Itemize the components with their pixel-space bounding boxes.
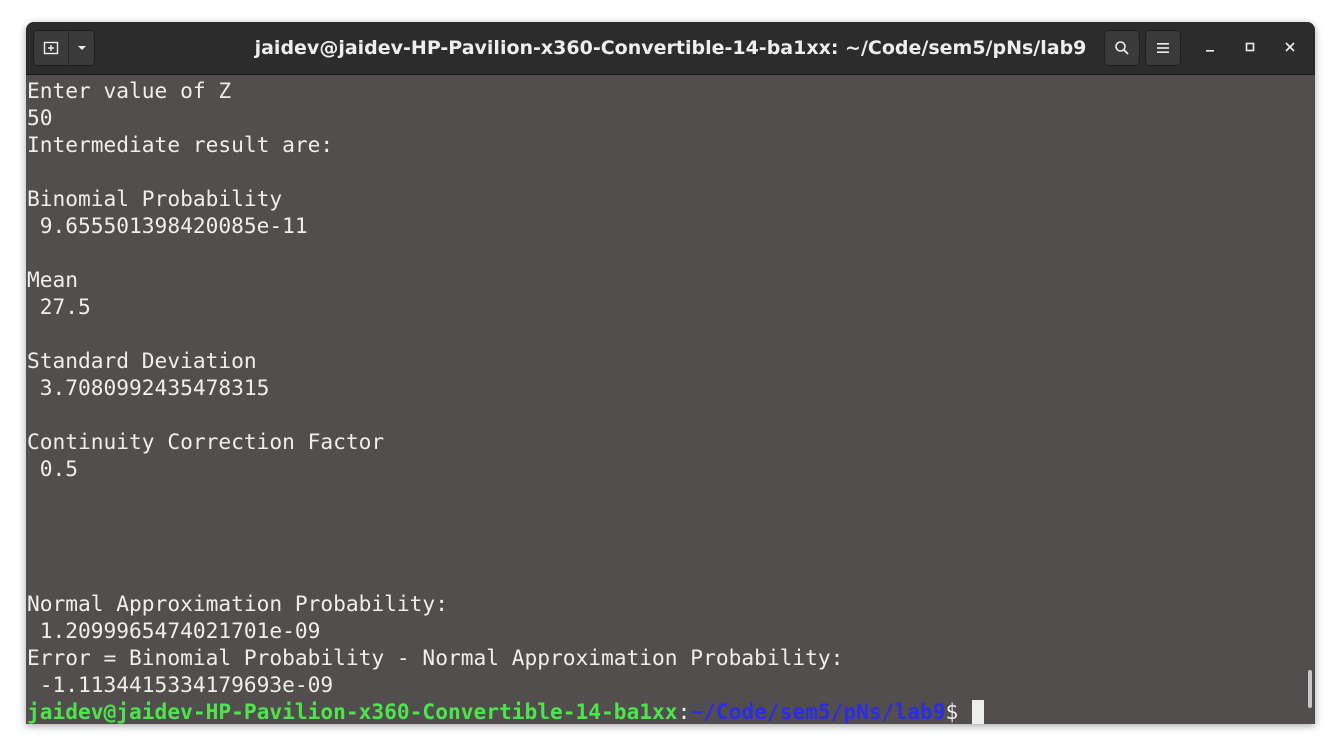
terminal-line: Intermediate result are: xyxy=(27,132,334,157)
shell-prompt-line[interactable]: jaidev@jaidev-HP-Pavilion-x360-Convertib… xyxy=(27,698,985,724)
text-cursor xyxy=(972,700,985,724)
terminal-line: 1.2099965474021701e-09 xyxy=(27,618,321,643)
hamburger-menu-icon xyxy=(1157,43,1169,53)
terminal-line: Normal Approximation Probability: xyxy=(27,591,448,616)
minimize-icon xyxy=(1206,50,1214,52)
terminal-line: 0.5 xyxy=(27,456,79,481)
hamburger-menu-button[interactable] xyxy=(1145,30,1181,66)
maximize-button[interactable] xyxy=(1237,34,1263,60)
terminal-line: Mean xyxy=(27,267,79,292)
terminal-line: Error = Binomial Probability - Normal Ap… xyxy=(27,645,844,670)
terminal-line: Standard Deviation xyxy=(27,348,257,373)
menu-dropdown-button[interactable] xyxy=(69,31,94,65)
tab-button-group xyxy=(33,30,95,66)
vertical-scrollbar[interactable] xyxy=(1304,75,1315,724)
scrollbar-thumb[interactable] xyxy=(1308,670,1312,708)
terminal-line: 9.655501398420085e-11 xyxy=(27,213,308,238)
terminal-line: Enter value of Z xyxy=(27,78,232,103)
search-button[interactable] xyxy=(1104,30,1140,66)
terminal-line: Continuity Correction Factor xyxy=(27,429,385,454)
maximize-icon xyxy=(1245,42,1255,52)
new-tab-button[interactable] xyxy=(34,31,69,65)
prompt-user-host: jaidev@jaidev-HP-Pavilion-x360-Convertib… xyxy=(27,699,678,724)
minimize-button[interactable] xyxy=(1197,34,1223,60)
close-button[interactable] xyxy=(1277,34,1303,60)
terminal-line: 50 xyxy=(27,105,53,130)
terminal-line: 27.5 xyxy=(27,294,91,319)
new-tab-icon xyxy=(43,41,59,55)
terminal-line: Binomial Probability xyxy=(27,186,283,211)
prompt-colon: : xyxy=(677,699,691,724)
terminal-line: 3.7080992435478315 xyxy=(27,375,270,400)
chevron-down-icon xyxy=(77,46,86,50)
terminal-line: -1.1134415334179693e-09 xyxy=(27,672,334,697)
close-icon xyxy=(1285,42,1295,52)
search-icon xyxy=(1115,41,1129,55)
prompt-path: ~/Code/sem5/pNs/lab9 xyxy=(690,699,946,724)
terminal-window: jaidev@jaidev-HP-Pavilion-x360-Convertib… xyxy=(26,22,1315,724)
header-bar: jaidev@jaidev-HP-Pavilion-x360-Convertib… xyxy=(26,22,1315,75)
prompt-symbol: $ xyxy=(945,699,959,724)
terminal-output[interactable]: Enter value of Z 50 Intermediate result … xyxy=(26,75,1304,724)
